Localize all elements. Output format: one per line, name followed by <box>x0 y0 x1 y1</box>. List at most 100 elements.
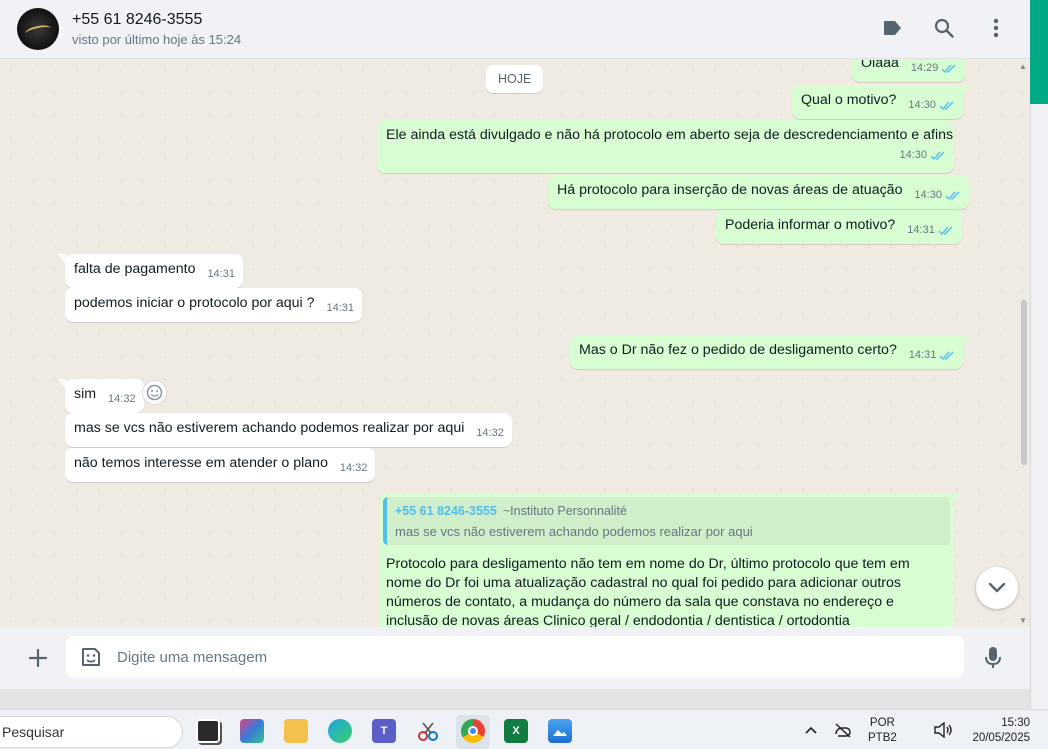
chevron-down-icon <box>988 582 1006 593</box>
message-outgoing[interactable]: Poderia informar o motivo? 14:31 <box>716 210 962 244</box>
attach-plus-icon[interactable] <box>26 646 50 670</box>
message-input-box <box>66 636 964 678</box>
taskbar-search-label: Pesquisar <box>2 724 65 740</box>
read-ticks-icon <box>930 151 945 160</box>
quoted-author: +55 61 8246-3555 <box>395 504 497 518</box>
message-time: 14:32 <box>108 393 136 405</box>
message-meta: 14:29 <box>911 60 958 78</box>
message-text: Protocolo para desligamento não tem em n… <box>386 556 910 627</box>
quoted-message[interactable]: +55 61 8246-3555 ~Instituto Personnalité … <box>383 497 950 545</box>
message-text: podemos iniciar o protocolo por aqui ? <box>74 295 315 311</box>
message-time: 14:32 <box>339 462 368 474</box>
message-time: 14:31 <box>908 349 937 361</box>
message-time: 14:31 <box>207 268 235 280</box>
copilot-icon[interactable] <box>240 719 264 743</box>
message-text: Poderia informar o motivo? <box>725 217 896 233</box>
message-incoming[interactable]: podemos iniciar o protocolo por aqui ? 1… <box>65 288 363 322</box>
clock-date: 20/05/2025 <box>972 732 1030 744</box>
edge-icon[interactable] <box>328 719 352 743</box>
photos-icon[interactable] <box>548 719 572 743</box>
message-outgoing[interactable]: Há protocolo para inserção de novas área… <box>548 175 969 209</box>
message-meta: 14:30 <box>914 186 961 205</box>
excel-icon[interactable]: X <box>504 719 528 743</box>
tray-overflow-icon[interactable] <box>804 710 818 749</box>
message-meta: 14:32 <box>340 459 368 478</box>
microphone-icon[interactable] <box>981 645 1005 671</box>
network-offline-icon[interactable] <box>834 710 852 749</box>
message-input[interactable] <box>117 648 897 666</box>
message-list[interactable]: HOJE Olaaa 14:29 Qual o motivo? 14:30 El… <box>0 60 1030 627</box>
menu-dots-icon[interactable] <box>984 16 1008 40</box>
message-text: mas se vcs não estiverem achando podemos… <box>74 420 465 436</box>
label-icon[interactable] <box>880 16 904 40</box>
message-meta: 14:30 <box>908 96 955 115</box>
contact-name: +55 61 8246-3555 <box>72 10 203 28</box>
header-actions <box>880 16 1008 40</box>
side-pane-edge <box>1030 104 1048 709</box>
volume-icon[interactable] <box>933 710 953 749</box>
smiley-icon <box>146 384 163 401</box>
message-meta: 14:31 <box>907 221 954 240</box>
message-outgoing[interactable]: Ele ainda está divulgado e não há protoc… <box>377 120 954 173</box>
message-text: Qual o motivo? <box>801 92 897 108</box>
read-ticks-icon <box>941 64 956 73</box>
quoted-author-name: ~Instituto Personnalité <box>502 504 627 518</box>
message-outgoing[interactable]: Mas o Dr não fez o pedido de desligament… <box>570 335 971 369</box>
react-emoji-button[interactable] <box>142 380 167 405</box>
message-meta: 14:32 <box>476 424 504 443</box>
snipping-tool-icon[interactable] <box>416 719 440 743</box>
message-text: sim <box>74 386 97 402</box>
keyboard-layout: PTB2 <box>868 732 897 744</box>
message-incoming[interactable]: falta de pagamento 14:31 <box>58 254 243 288</box>
message-text: Há protocolo para inserção de novas área… <box>557 182 903 198</box>
app-accent-strip <box>1030 0 1048 104</box>
message-outgoing-reply[interactable]: +55 61 8246-3555 ~Instituto Personnalité … <box>379 493 961 627</box>
message-meta: 14:32 <box>108 390 136 409</box>
message-time: 14:30 <box>914 189 942 201</box>
chrome-icon[interactable] <box>461 719 485 743</box>
message-incoming[interactable]: sim 14:32 <box>58 379 144 413</box>
folder-icon[interactable] <box>284 719 308 743</box>
message-text: Mas o Dr não fez o pedido de desligament… <box>579 342 897 358</box>
read-ticks-icon <box>938 226 953 235</box>
message-time: 14:30 <box>908 99 936 111</box>
contact-info[interactable]: +55 61 8246-3555 visto por último hoje à… <box>72 10 241 49</box>
chat-scrollbar[interactable] <box>1021 300 1027 465</box>
taskbar-search[interactable]: Pesquisar <box>0 716 183 748</box>
window-bottom-edge <box>0 689 1030 709</box>
scroll-to-bottom-button[interactable] <box>976 567 1018 609</box>
language-code: POR <box>869 717 895 729</box>
message-text: não temos interesse em atender o plano <box>74 455 328 471</box>
message-text: Olaaa <box>861 60 899 71</box>
message-text: Ele ainda está divulgado e não há protoc… <box>386 127 954 143</box>
message-outgoing[interactable]: Qual o motivo? 14:30 <box>792 85 970 119</box>
file-explorer-icon[interactable] <box>196 719 220 743</box>
keyboard-language[interactable]: POR PTB2 <box>868 716 897 746</box>
message-composer <box>0 627 1030 689</box>
windows-taskbar: Pesquisar T X POR PTB2 15:30 20/05/2025 <box>0 709 1048 749</box>
message-outgoing[interactable]: Olaaa 14:29 <box>852 60 966 82</box>
system-clock[interactable]: 15:30 20/05/2025 <box>972 716 1030 746</box>
quoted-text: mas se vcs não estiverem achando podemos… <box>395 524 753 539</box>
search-icon[interactable] <box>932 16 956 40</box>
scroll-down-arrow-icon[interactable]: ▼ <box>1019 616 1027 625</box>
clock-time: 15:30 <box>1001 717 1030 729</box>
date-divider: HOJE <box>486 65 544 93</box>
message-incoming[interactable]: não temos interesse em atender o plano 1… <box>65 448 376 482</box>
chat-header: +55 61 8246-3555 visto por último hoje à… <box>0 0 1030 59</box>
message-time: 14:32 <box>476 427 504 439</box>
message-meta: 14:30 <box>394 146 946 165</box>
message-time: 14:29 <box>910 62 939 74</box>
contact-last-seen: visto por último hoje às 15:24 <box>72 31 242 47</box>
contact-avatar[interactable] <box>17 8 59 50</box>
message-text: falta de pagamento <box>74 261 196 277</box>
sticker-icon[interactable] <box>78 644 104 670</box>
message-incoming[interactable]: mas se vcs não estiverem achando podemos… <box>65 413 512 447</box>
message-time: 14:31 <box>326 302 355 314</box>
read-ticks-icon <box>939 351 954 360</box>
scroll-up-arrow-icon[interactable]: ▲ <box>1019 62 1027 71</box>
read-ticks-icon <box>945 191 960 200</box>
teams-icon[interactable]: T <box>372 719 396 743</box>
message-time: 14:30 <box>899 149 927 161</box>
message-meta: 14:31 <box>909 346 956 365</box>
